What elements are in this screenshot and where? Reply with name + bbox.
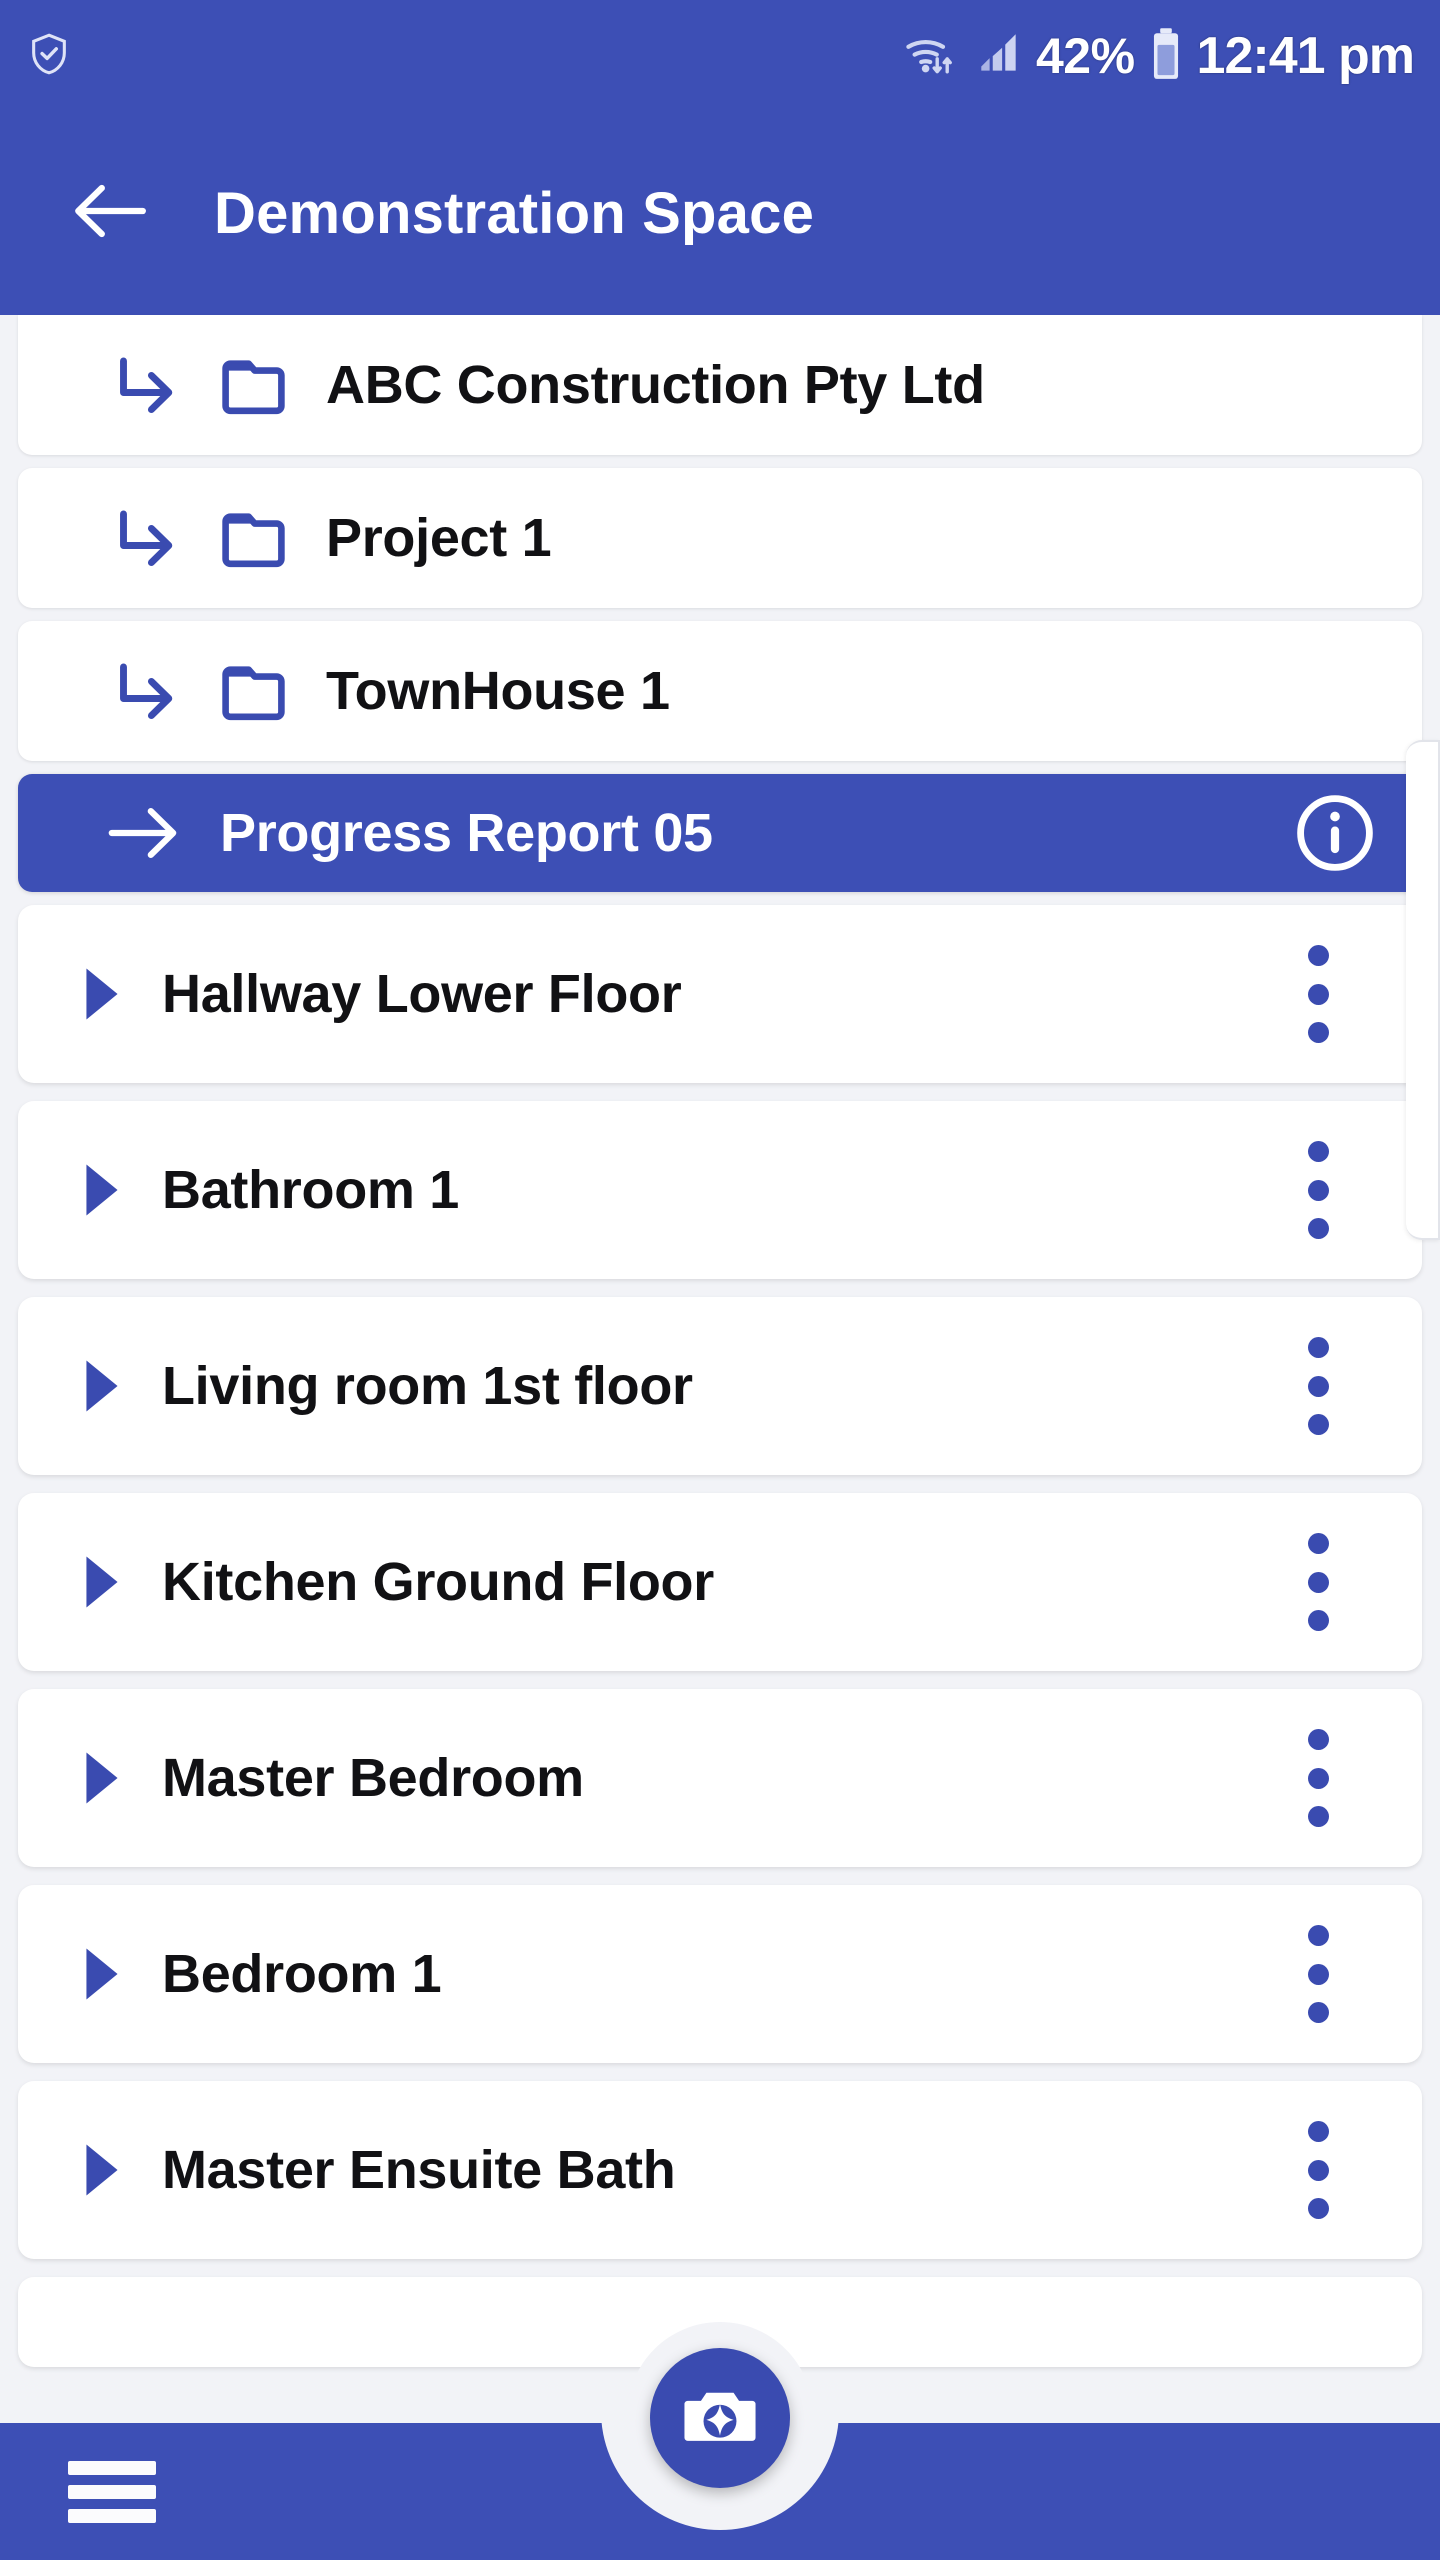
room-label: Kitchen Ground Floor (162, 1552, 714, 1612)
triangle-right-icon[interactable] (80, 2142, 124, 2198)
hamburger-bar (68, 2485, 156, 2499)
folder-icon (216, 502, 294, 574)
selected-report-label: Progress Report 05 (220, 803, 713, 863)
room-label: Living room 1st floor (162, 1356, 693, 1416)
wifi-icon (902, 28, 962, 85)
page-title: Demonstration Space (214, 180, 815, 246)
room-row-master-ensuite-bath[interactable]: Master Ensuite Bath (18, 2081, 1422, 2259)
breadcrumb-label: ABC Construction Pty Ltd (326, 355, 985, 415)
triangle-right-icon[interactable] (80, 1162, 124, 1218)
room-row-master-bedroom[interactable]: Master Bedroom (18, 1689, 1422, 1867)
shield-check-icon (26, 28, 72, 85)
menu-dot (1307, 1571, 1329, 1593)
triangle-right-icon[interactable] (80, 1554, 124, 1610)
more-vertical-icon[interactable] (1296, 1527, 1340, 1637)
breadcrumb-item-project[interactable]: Project 1 (18, 468, 1422, 608)
triangle-right-icon[interactable] (80, 1750, 124, 1806)
menu-dot (1307, 945, 1329, 966)
side-scroll-panel[interactable] (1406, 740, 1440, 1240)
more-vertical-icon[interactable] (1296, 939, 1340, 1049)
hamburger-bar (68, 2509, 156, 2523)
menu-dot (1307, 2002, 1329, 2023)
menu-dot (1307, 1218, 1329, 1239)
breadcrumb-label: Project 1 (326, 508, 552, 568)
room-row-bedroom-1[interactable]: Bedroom 1 (18, 1885, 1422, 2063)
status-bar: 42% 12:41 pm (0, 0, 1440, 112)
info-circle-icon[interactable] (1292, 790, 1378, 876)
menu-dot (1307, 2159, 1329, 2181)
room-label: Bedroom 1 (162, 1944, 442, 2004)
battery-icon (1149, 27, 1183, 86)
camera-icon (678, 2374, 762, 2463)
menu-dot (1307, 1729, 1329, 1750)
folder-icon (216, 655, 294, 727)
menu-dot (1307, 2121, 1329, 2142)
triangle-right-icon[interactable] (80, 966, 124, 1022)
more-vertical-icon[interactable] (1296, 1723, 1340, 1833)
menu-dot (1307, 1337, 1329, 1358)
menu-dot (1307, 1141, 1329, 1162)
room-label: Hallway Lower Floor (162, 964, 682, 1024)
status-bar-right: 42% 12:41 pm (902, 27, 1415, 86)
room-row-bathroom-1[interactable]: Bathroom 1 (18, 1101, 1422, 1279)
app-bar: Demonstration Space (0, 112, 1440, 315)
menu-dot (1307, 1533, 1329, 1554)
content-scroll-area[interactable]: ABC Construction Pty Ltd Project 1 TownH… (0, 315, 1440, 2367)
menu-dot (1307, 2198, 1329, 2219)
breadcrumb-item-company[interactable]: ABC Construction Pty Ltd (18, 315, 1422, 455)
more-vertical-icon[interactable] (1296, 2115, 1340, 2225)
room-row-hallway-lower-floor[interactable]: Hallway Lower Floor (18, 905, 1422, 1083)
more-vertical-icon[interactable] (1296, 1331, 1340, 1441)
menu-dot (1307, 1179, 1329, 1201)
status-bar-clock: 12:41 pm (1196, 27, 1415, 85)
menu-dot (1307, 1806, 1329, 1827)
menu-dot (1307, 1610, 1329, 1631)
room-label: Master Bedroom (162, 1748, 584, 1808)
menu-dot (1307, 983, 1329, 1005)
hamburger-bar (68, 2461, 156, 2475)
room-row-kitchen-ground-floor[interactable]: Kitchen Ground Floor (18, 1493, 1422, 1671)
room-label: Bathroom 1 (162, 1160, 460, 1220)
subdirectory-arrow-icon (110, 502, 182, 574)
menu-dot (1307, 1414, 1329, 1435)
more-vertical-icon[interactable] (1296, 1919, 1340, 2029)
triangle-right-icon[interactable] (80, 1946, 124, 2002)
menu-dot (1307, 1022, 1329, 1043)
triangle-right-icon[interactable] (80, 1358, 124, 1414)
menu-dot (1307, 1375, 1329, 1397)
cellular-signal-icon (976, 29, 1022, 84)
room-label: Master Ensuite Bath (162, 2140, 676, 2200)
status-bar-left (26, 28, 72, 85)
more-vertical-icon[interactable] (1296, 1135, 1340, 1245)
hamburger-menu-icon[interactable] (68, 2461, 156, 2523)
selected-report-row[interactable]: Progress Report 05 (18, 774, 1422, 892)
breadcrumb-item-building[interactable]: TownHouse 1 (18, 621, 1422, 761)
menu-dot (1307, 1925, 1329, 1946)
menu-dot (1307, 1963, 1329, 1985)
camera-fab-button[interactable] (650, 2348, 790, 2488)
back-arrow-icon (69, 178, 151, 249)
menu-dot (1307, 1767, 1329, 1789)
subdirectory-arrow-icon (110, 349, 182, 421)
app-screen: 42% 12:41 pm Demonstration Space ABC Con… (0, 0, 1440, 2560)
back-button[interactable] (50, 154, 170, 274)
folder-icon (216, 349, 294, 421)
room-row-living-room-1st-floor[interactable]: Living room 1st floor (18, 1297, 1422, 1475)
right-arrow-icon (104, 798, 182, 868)
breadcrumb-label: TownHouse 1 (326, 661, 670, 721)
subdirectory-arrow-icon (110, 655, 182, 727)
battery-percent-label: 42% (1035, 28, 1135, 84)
